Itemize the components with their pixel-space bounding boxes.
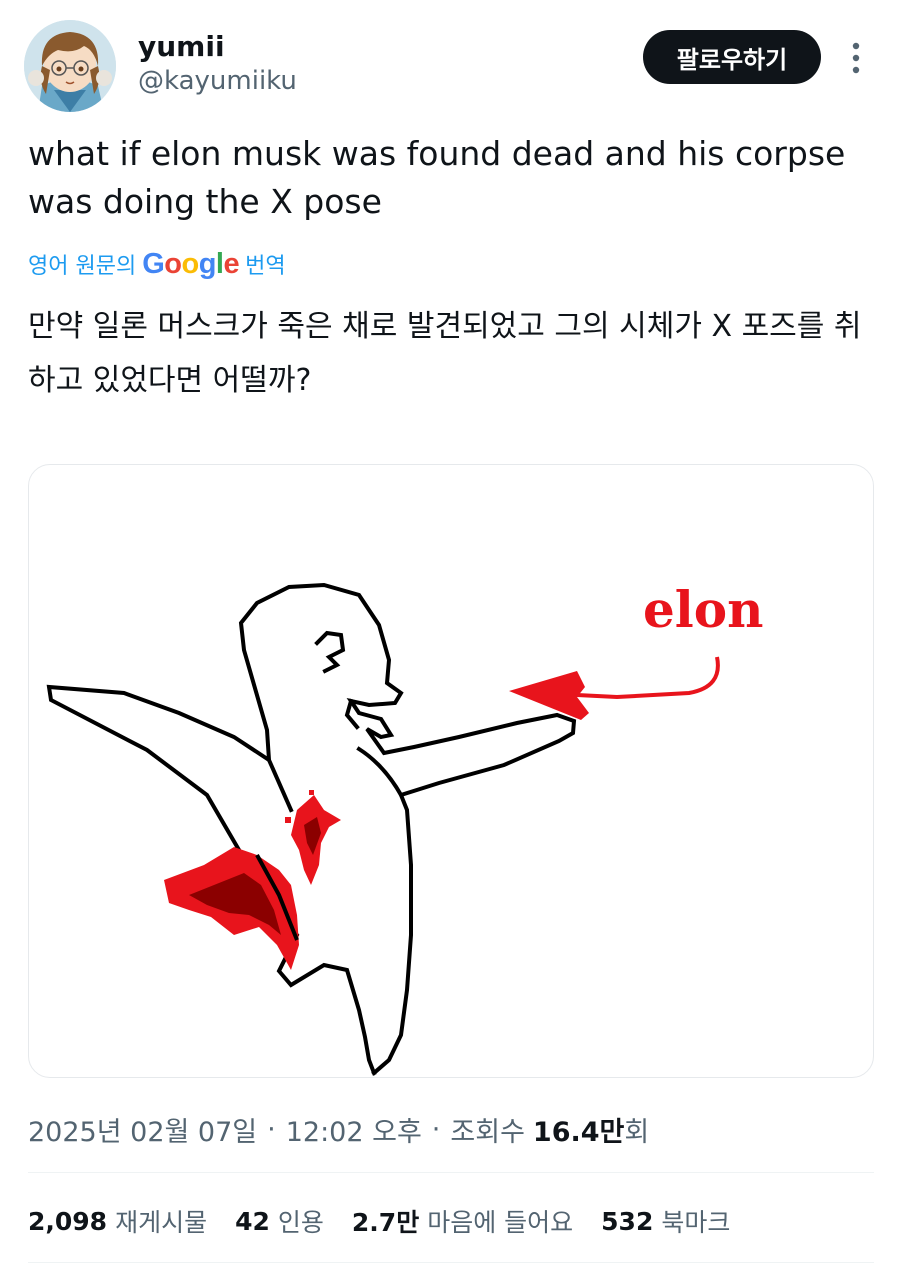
google-wordmark: Google <box>142 247 240 280</box>
bookmarks-count: 532 <box>601 1206 654 1236</box>
reposts-stat[interactable]: 2,098 재게시물 <box>28 1203 207 1239</box>
figure-arm-line <box>266 757 294 813</box>
more-options-icon[interactable] <box>842 38 870 78</box>
translated-tweet-text: 만약 일론 머스크가 죽은 채로 발견되었고 그의 시체가 X 포즈를 취하고 … <box>28 309 862 398</box>
divider <box>28 1262 874 1263</box>
tweet-date[interactable]: 2025년 02월 07일 <box>28 1110 257 1149</box>
likes-count: 2.7만 <box>351 1208 420 1237</box>
tweet-media-image[interactable]: elon <box>28 464 874 1078</box>
bookmarks-stat[interactable]: 532 북마크 <box>601 1203 730 1239</box>
tweet-metadata: 2025년 02월 07일 · 12:02 오후 · 조회수 16.4만 회 <box>28 1110 649 1149</box>
reposts-label: 재게시물 <box>115 1208 208 1237</box>
quotes-count: 42 <box>235 1206 270 1236</box>
tweet-header: yumii @kayumiiku 팔로우하기 <box>0 0 900 120</box>
quotes-stat[interactable]: 42 인용 <box>235 1203 324 1239</box>
user-handle[interactable]: @kayumiiku <box>138 66 297 96</box>
avatar-illustration <box>24 20 116 112</box>
blood-wound <box>164 790 341 970</box>
tweet-text: what if elon musk was found dead and his… <box>28 134 846 221</box>
figure-eye <box>314 630 346 674</box>
separator-dot: · <box>431 1114 441 1145</box>
avatar[interactable] <box>24 20 116 112</box>
divider <box>28 1172 874 1173</box>
tweet-time[interactable]: 12:02 오후 <box>286 1110 422 1149</box>
translate-suffix: 번역 <box>245 254 286 279</box>
translate-prefix: 영어 원문의 <box>28 254 137 279</box>
google-logo: Google <box>142 248 239 281</box>
red-arrow <box>509 656 720 720</box>
separator-dot: · <box>267 1114 276 1145</box>
follow-button[interactable]: 팔로우하기 <box>643 30 821 84</box>
views-count: 16.4만 <box>532 1117 625 1148</box>
drawing-illustration: elon <box>46 580 764 1076</box>
bookmarks-label: 북마크 <box>661 1208 731 1237</box>
elon-annotation: elon <box>643 580 764 639</box>
reposts-count: 2,098 <box>28 1206 108 1236</box>
views-unit: 회 <box>624 1117 650 1148</box>
quotes-label: 인용 <box>277 1208 324 1237</box>
views-label: 조회수 <box>450 1117 525 1148</box>
likes-label: 마음에 들어요 <box>427 1208 574 1237</box>
translation-attribution[interactable]: 영어 원문의 Google 번역 <box>28 246 286 282</box>
display-name[interactable]: yumii <box>138 30 225 63</box>
engagement-stats: 2,098 재게시물 42 인용 2.7만 마음에 들어요 532 북마크 <box>28 1203 758 1239</box>
figure-collar <box>356 746 404 798</box>
likes-stat[interactable]: 2.7만 마음에 들어요 <box>352 1203 573 1239</box>
